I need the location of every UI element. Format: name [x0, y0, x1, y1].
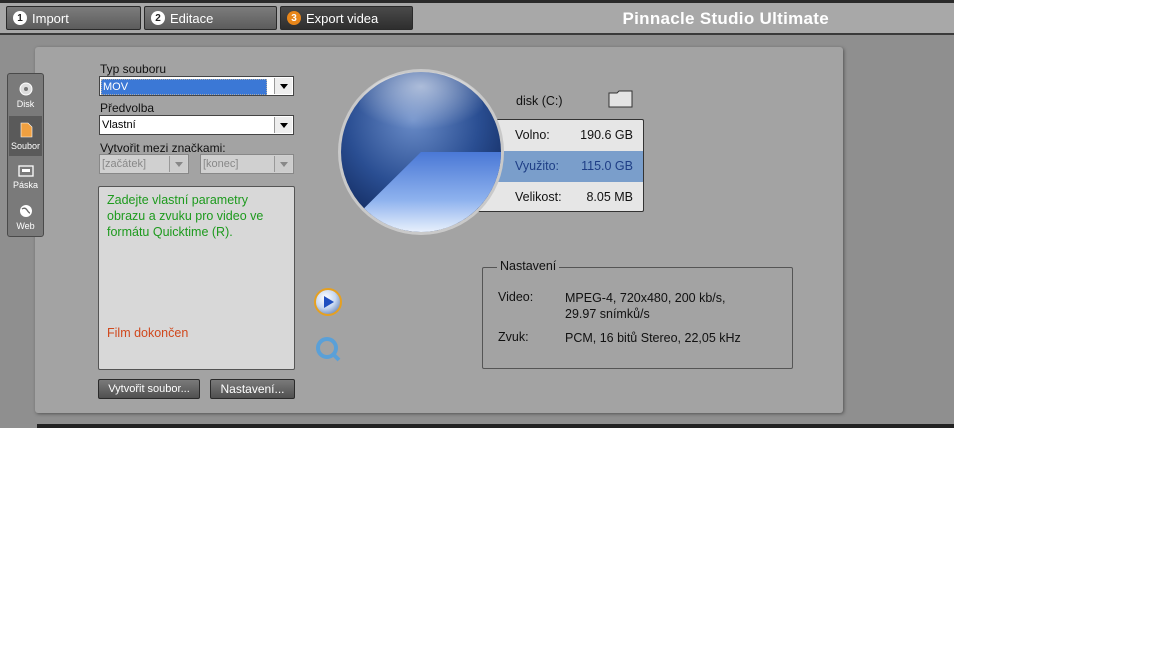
range-start-value: [začátek]: [102, 158, 147, 170]
disc-icon: [19, 82, 32, 95]
tab-import[interactable]: 1 Import: [6, 6, 141, 30]
settings-group: Nastavení Video: MPEG-4, 720x480, 200 kb…: [482, 259, 793, 369]
info-box: Zadejte vlastní parametry obrazu a zvuku…: [98, 186, 295, 370]
disk-size-value: 8.05 MB: [586, 190, 633, 204]
file-type-label: Typ souboru: [100, 62, 167, 76]
app-window: 1 Import 2 Editace 3 Export videa Pinnac…: [0, 0, 954, 428]
chevron-down-icon[interactable]: [169, 156, 187, 172]
step-number-icon: 2: [151, 11, 165, 25]
top-bar: 1 Import 2 Editace 3 Export videa Pinnac…: [0, 0, 954, 35]
preset-value: Vlastní: [102, 119, 136, 131]
file-type-value: MOV: [101, 79, 267, 95]
disk-free-value: 190.6 GB: [580, 128, 633, 142]
nav-label: Páska: [12, 179, 38, 190]
range-start-select[interactable]: [začátek]: [99, 154, 189, 174]
nav-label: Web: [16, 220, 35, 231]
range-end-value: [konec]: [203, 158, 239, 170]
disk-label: disk (C:): [516, 94, 563, 108]
status-text: Film dokončen: [107, 326, 189, 340]
app-title: Pinnacle Studio Ultimate: [622, 9, 829, 28]
nav-paska[interactable]: Páska: [9, 157, 42, 197]
chevron-down-icon[interactable]: [274, 156, 292, 172]
range-label: Vytvořit mezi značkami:: [100, 141, 226, 155]
preset-label: Předvolba: [100, 101, 155, 115]
video-value: MPEG-4, 720x480, 200 kb/s, 29.97 snímků/…: [565, 291, 726, 321]
file-type-select[interactable]: MOV: [99, 76, 294, 96]
quicktime-icon[interactable]: [314, 335, 342, 363]
tab-export[interactable]: 3 Export videa: [280, 6, 413, 30]
chevron-down-icon[interactable]: [274, 78, 292, 94]
tab-label: Export videa: [306, 10, 379, 26]
top-edge: [0, 0, 954, 3]
folder-icon[interactable]: [608, 89, 634, 109]
nav-label: Soubor: [10, 140, 41, 151]
audio-value: PCM, 16 bitů Stereo, 22,05 kHz: [565, 331, 741, 345]
range-end-select[interactable]: [konec]: [200, 154, 294, 174]
tab-editace[interactable]: 2 Editace: [144, 6, 277, 30]
tab-label: Editace: [170, 10, 214, 26]
output-type-nav: Disk Soubor Páska Web: [7, 73, 44, 237]
info-description: Zadejte vlastní parametry obrazu a zvuku…: [107, 193, 264, 239]
play-icon[interactable]: [313, 287, 343, 317]
disk-free-label: Volno:: [515, 128, 550, 142]
video-label: Video:: [498, 290, 534, 304]
nav-web[interactable]: Web: [9, 197, 42, 237]
preset-select[interactable]: Vlastní: [99, 115, 294, 135]
nav-soubor[interactable]: Soubor: [9, 116, 42, 156]
file-icon: [20, 122, 32, 137]
chevron-down-icon[interactable]: [274, 117, 292, 133]
step-number-icon: 3: [287, 11, 301, 25]
disk-size-label: Velikost:: [515, 190, 562, 204]
tape-icon: [17, 164, 34, 177]
disk-used-value: 115.0 GB: [581, 159, 633, 173]
tab-label: Import: [32, 10, 69, 26]
create-file-button[interactable]: Vytvořit soubor...: [98, 379, 200, 399]
disk-usage-pie: [338, 69, 504, 235]
audio-label: Zvuk:: [498, 330, 529, 344]
settings-legend: Nastavení: [497, 259, 560, 273]
disk-used-label: Využito:: [515, 159, 560, 173]
globe-icon: [19, 204, 32, 217]
nav-label: Disk: [16, 98, 35, 109]
settings-button[interactable]: Nastavení...: [210, 379, 295, 399]
nav-disk[interactable]: Disk: [9, 75, 42, 115]
bottom-divider: [37, 424, 954, 428]
step-number-icon: 1: [13, 11, 27, 25]
